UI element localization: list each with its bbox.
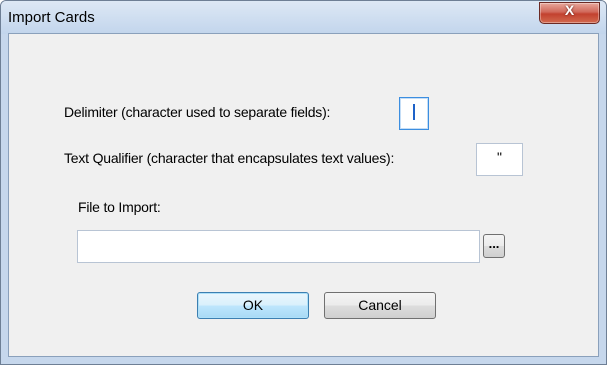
delimiter-label: Delimiter (character used to separate fi… bbox=[64, 104, 331, 120]
close-icon: X bbox=[564, 2, 575, 18]
close-button[interactable]: X bbox=[539, 2, 600, 24]
file-to-import-label: File to Import: bbox=[78, 199, 161, 215]
cancel-button[interactable]: Cancel bbox=[324, 292, 436, 319]
cancel-button-label: Cancel bbox=[358, 297, 402, 313]
title-bar[interactable]: Import Cards X bbox=[1, 1, 606, 34]
text-qualifier-input[interactable]: " bbox=[476, 143, 523, 176]
browse-button[interactable]: ... bbox=[483, 234, 505, 258]
text-qualifier-value: " bbox=[497, 149, 502, 165]
text-caret bbox=[413, 104, 415, 120]
ok-button-label: OK bbox=[242, 297, 264, 313]
ellipsis-icon: ... bbox=[488, 236, 500, 251]
text-qualifier-label: Text Qualifier (character that encapsula… bbox=[64, 150, 395, 166]
window-title: Import Cards bbox=[8, 9, 95, 26]
file-path-input[interactable] bbox=[77, 230, 480, 263]
ok-button[interactable]: OK bbox=[197, 292, 309, 319]
delimiter-input[interactable]: , bbox=[399, 97, 429, 130]
